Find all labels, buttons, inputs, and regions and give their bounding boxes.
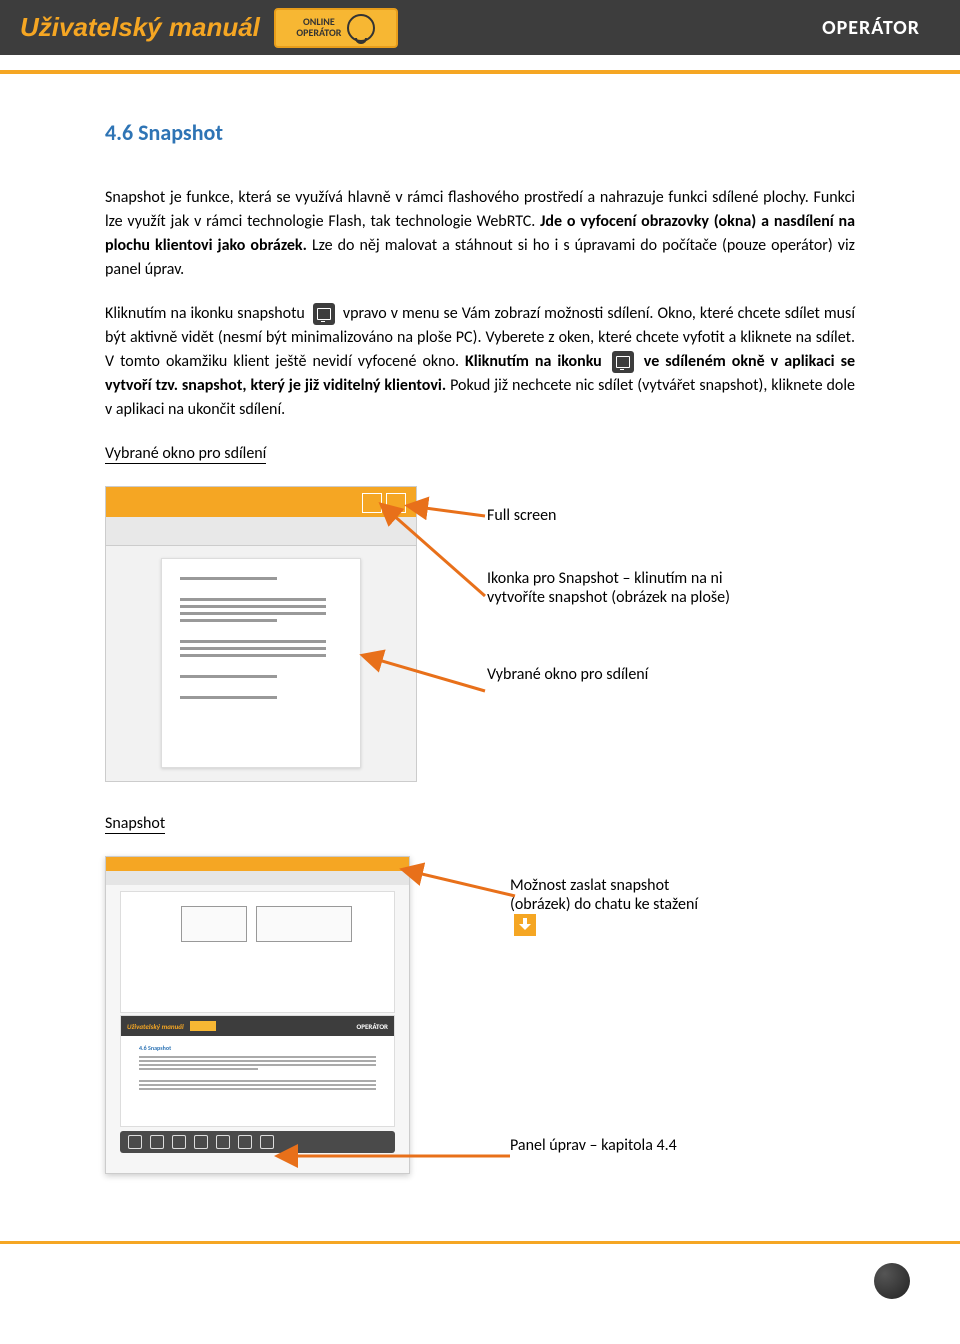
section-heading: 4.6 Snapshot	[105, 119, 855, 146]
brand-title: Uživatelský manuál	[20, 12, 260, 43]
page-button[interactable]	[874, 1263, 910, 1299]
edit-toolbar	[120, 1131, 395, 1153]
nested-role: OPERÁTOR	[357, 1022, 388, 1031]
figure-1: Full screen Ikonka pro Snapshot – klinut…	[105, 486, 855, 782]
paragraph-2: Kliknutím na ikonku snapshotu vpravo v m…	[105, 302, 855, 422]
badge-line2: OPERÁTOR	[296, 28, 341, 39]
zoom-in-icon	[238, 1135, 252, 1149]
headset-icon	[347, 14, 375, 42]
snapshot-icon	[612, 351, 634, 373]
marker-icon	[150, 1135, 164, 1149]
annotation-selected-window: Vybrané okno pro sdílení	[487, 665, 732, 684]
paragraph-1: Snapshot je funkce, která se využívá hla…	[105, 186, 855, 282]
caption-snapshot: Snapshot	[105, 812, 855, 836]
footer-accent	[0, 1241, 960, 1244]
nested-brand: Uživatelský manuál	[127, 1022, 184, 1031]
annotation-send-snapshot: Možnost zaslat snapshot (obrázek) do cha…	[510, 876, 710, 936]
save-icon	[194, 1135, 208, 1149]
annotation-fullscreen: Full screen	[487, 506, 732, 525]
annotation-snapshot-icon: Ikonka pro Snapshot – klinutím na ni vyt…	[487, 569, 732, 607]
pencil-icon	[128, 1135, 142, 1149]
snapshot-icon	[313, 303, 335, 325]
online-operator-badge: ONLINE OPERÁTOR	[274, 8, 398, 48]
annotation-toolbar: Panel úprav – kapitola 4.4	[510, 1136, 710, 1155]
figure-2: Uživatelský manuál OPERÁTOR 4.6 Snapshot	[105, 856, 855, 1213]
search-icon	[260, 1135, 274, 1149]
fullscreen-button-icon	[386, 493, 406, 513]
download-icon	[514, 914, 536, 936]
screenshot-shared-window	[105, 486, 417, 782]
caption-selected-window: Vybrané okno pro sdílení	[105, 442, 855, 466]
trash-icon	[172, 1135, 186, 1149]
snapshot-button-icon	[362, 493, 382, 513]
role-label: OPERÁTOR	[822, 16, 920, 40]
screenshot-snapshot: Uživatelský manuál OPERÁTOR 4.6 Snapshot	[105, 856, 410, 1174]
zoom-out-icon	[216, 1135, 230, 1149]
nested-badge	[190, 1021, 216, 1031]
nested-heading: 4.6 Snapshot	[139, 1044, 376, 1052]
header-bar: Uživatelský manuál ONLINE OPERÁTOR OPERÁ…	[0, 0, 960, 55]
